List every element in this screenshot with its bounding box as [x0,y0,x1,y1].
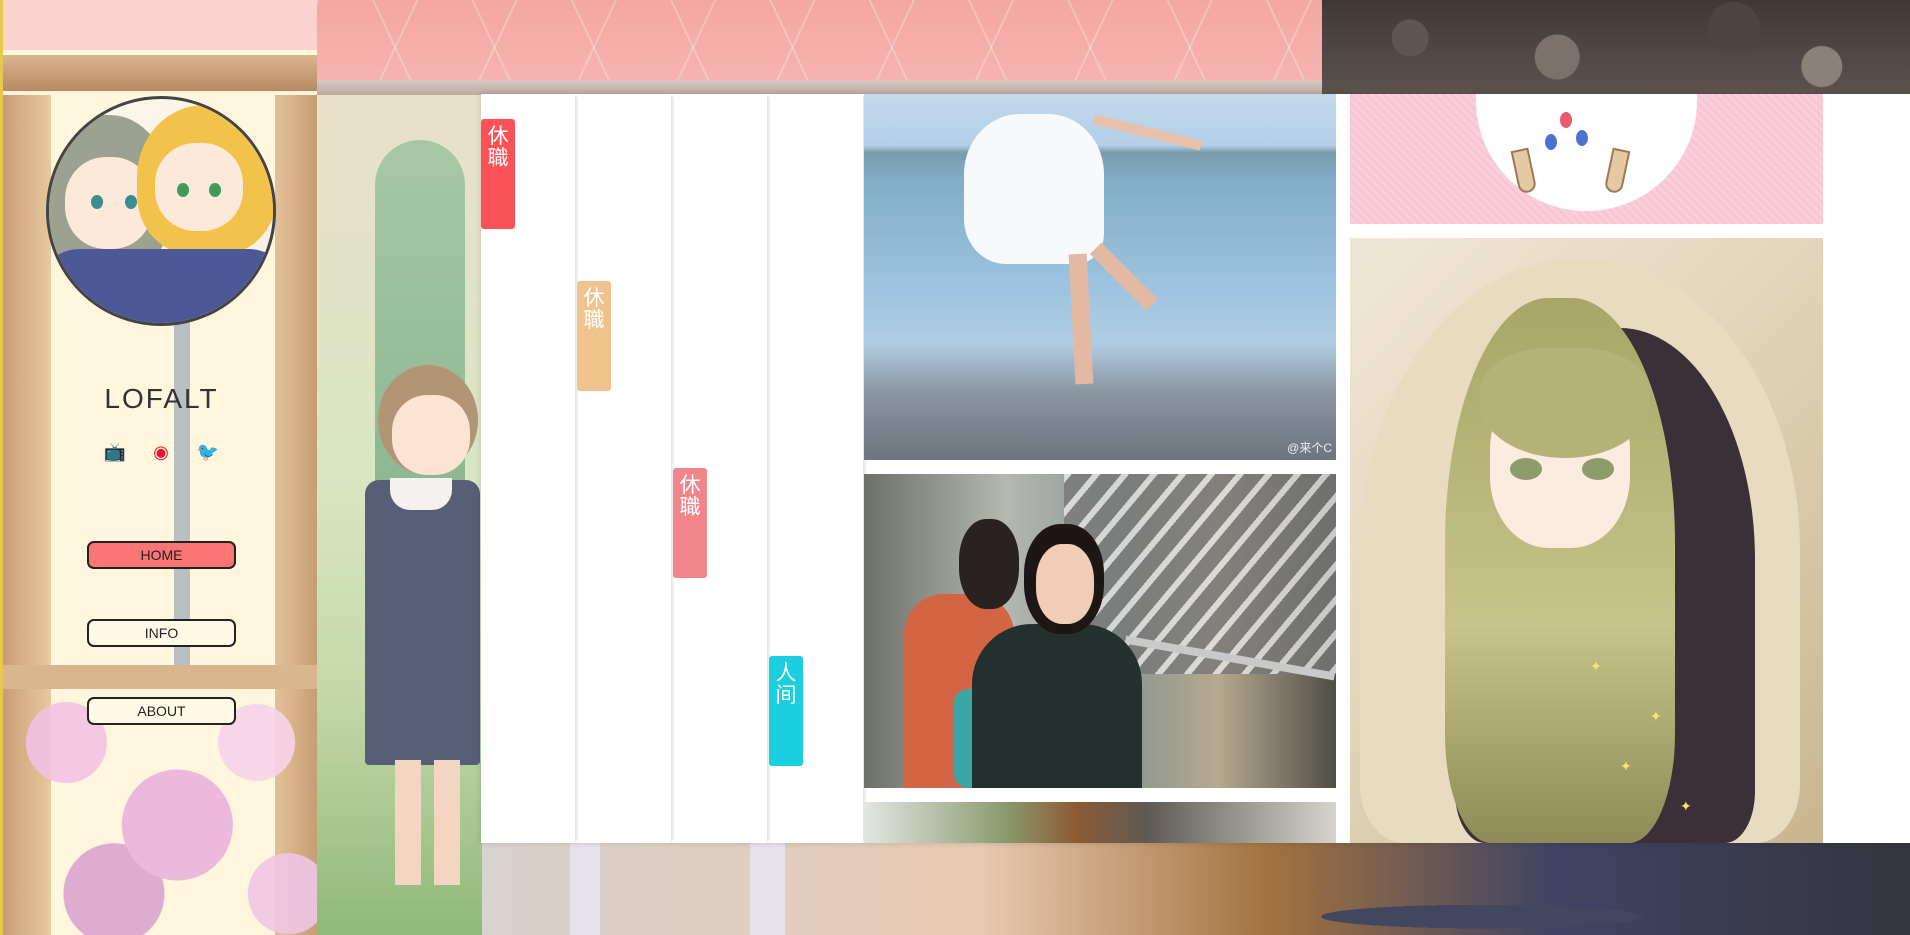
gallery-illustration-pink-creature[interactable] [1350,94,1823,224]
illustration-dot [1545,134,1557,150]
photo-figure-dress [964,114,1104,264]
site-title: LOFALT [104,383,219,414]
background-tree [1322,0,1910,95]
sidebar-background-pole [174,290,190,670]
illustration-eye [1510,458,1542,480]
avatar-eye [91,195,103,209]
main-panel: 休職 休職 休職 人间 @来个C ✦ ✦ ✦ ✦ [481,94,1910,843]
gallery-illustration-hooded-girl[interactable]: ✦ ✦ ✦ ✦ [1350,238,1823,843]
avatar-eye [209,183,221,197]
photo-figure-leg [1068,253,1094,385]
illustration-bangs [1480,348,1650,458]
avatar-girl-right-face [155,143,243,231]
gallery-photo-partial[interactable] [864,802,1336,843]
background-anime-girl-collar [390,478,452,510]
weibo-icon[interactable]: ◉ [149,440,173,464]
category-column[interactable]: 休職 [673,94,767,843]
photo-figure-leg [1090,242,1158,311]
sidebar: LOFALT 📺 ◉ 🐦 HOME INFO ABOUT [0,0,317,935]
photo-figure-dark-coat [972,624,1142,788]
bilibili-icon[interactable]: 📺 [103,440,127,464]
photo-watermark: @来个C [1287,441,1332,455]
illustration-claw [1510,147,1538,195]
photo-figure-face [1036,544,1094,624]
avatar-uniform [49,249,273,323]
background-anime-girl-face [392,395,470,475]
background-anime-girl-legs [395,760,460,885]
sparkle-icon: ✦ [1590,658,1602,674]
illustration-dot [1576,130,1588,146]
category-column[interactable]: 休職 [577,94,671,843]
category-tag[interactable]: 休職 [673,468,707,578]
category-column[interactable]: 人间 [769,94,863,843]
illustration-dot [1560,112,1572,128]
photo-figure-arm [1092,114,1202,151]
background-anime-girl-dress [365,480,480,765]
photo-figure-head [959,519,1019,609]
category-tag[interactable]: 人间 [769,656,803,766]
panel-margin [1823,94,1910,843]
nav-about-button[interactable]: ABOUT [87,697,236,725]
nav-home-button[interactable]: HOME [87,541,236,569]
sidebar-background-beam [3,55,317,91]
twitter-icon[interactable]: 🐦 [196,440,220,464]
avatar-eye [125,195,137,209]
sparkle-icon: ✦ [1680,798,1692,814]
background-bottom-legs [550,843,810,935]
avatar-eye [177,183,189,197]
illustration-claw [1603,147,1631,195]
gallery-photo-schoolgirls[interactable] [864,474,1336,788]
avatar[interactable] [46,96,276,326]
sparkle-icon: ✦ [1620,758,1632,774]
category-tag[interactable]: 休職 [577,281,611,391]
sparkle-icon: ✦ [1650,708,1662,724]
category-column[interactable]: 休職 [481,94,575,843]
nav-info-button[interactable]: INFO [87,619,236,647]
gallery-photo-beach-girl[interactable]: @来个C [864,94,1336,460]
category-tag[interactable]: 休職 [481,119,515,229]
illustration-eye [1582,458,1614,480]
